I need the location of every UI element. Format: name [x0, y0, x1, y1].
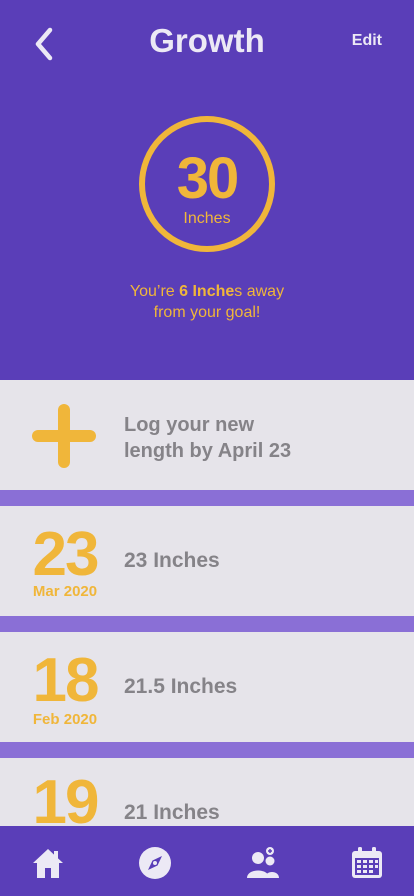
goal-suffix: s away: [234, 283, 285, 300]
tab-calendar[interactable]: [350, 846, 384, 880]
entry-value: 21.5 Inches: [124, 675, 238, 698]
progress-value: 30: [176, 146, 240, 211]
compass-icon: [139, 847, 171, 879]
tab-bar: [0, 826, 414, 896]
progress-ring: 30 Inches: [139, 116, 275, 252]
log-line2: length by April 23: [124, 440, 292, 462]
entry-date: Mar 2020: [32, 583, 98, 600]
calendar-icon: [352, 847, 382, 878]
log-prompt: Log your new length by April 23: [124, 412, 384, 464]
log-line1: Log your new: [124, 414, 254, 436]
goal-line2: from your goal!: [153, 304, 261, 321]
plus-icon: [32, 404, 96, 468]
tab-explore[interactable]: [138, 846, 172, 880]
edit-button[interactable]: Edit: [352, 32, 382, 50]
entry-value: 23 Inches: [124, 549, 220, 572]
progress-unit: Inches: [183, 210, 231, 227]
list-item[interactable]: 18 Feb 2020 21.5 Inches: [0, 632, 414, 742]
list-item[interactable]: 23 Mar 2020 23 Inches: [0, 506, 414, 616]
people-icon: [247, 847, 279, 878]
log-length-card[interactable]: Log your new length by April 23: [0, 380, 414, 490]
goal-prefix: You’re: [129, 283, 180, 300]
entry-day: 19: [32, 768, 100, 837]
entry-day: 18: [32, 646, 100, 715]
goal-amount: 6 Inche: [179, 283, 235, 300]
entry-date: Feb 2020: [32, 711, 98, 728]
entry-day: 23: [32, 520, 100, 589]
home-icon: [33, 849, 63, 878]
goal-message: You’re 6 Inches away from your goal!: [0, 281, 414, 323]
entry-value: 21 Inches: [124, 801, 220, 824]
tab-home[interactable]: [31, 846, 65, 880]
tab-community[interactable]: [246, 846, 280, 880]
header: Growth Edit 30 Inches You’re 6 Inches aw…: [0, 0, 414, 380]
